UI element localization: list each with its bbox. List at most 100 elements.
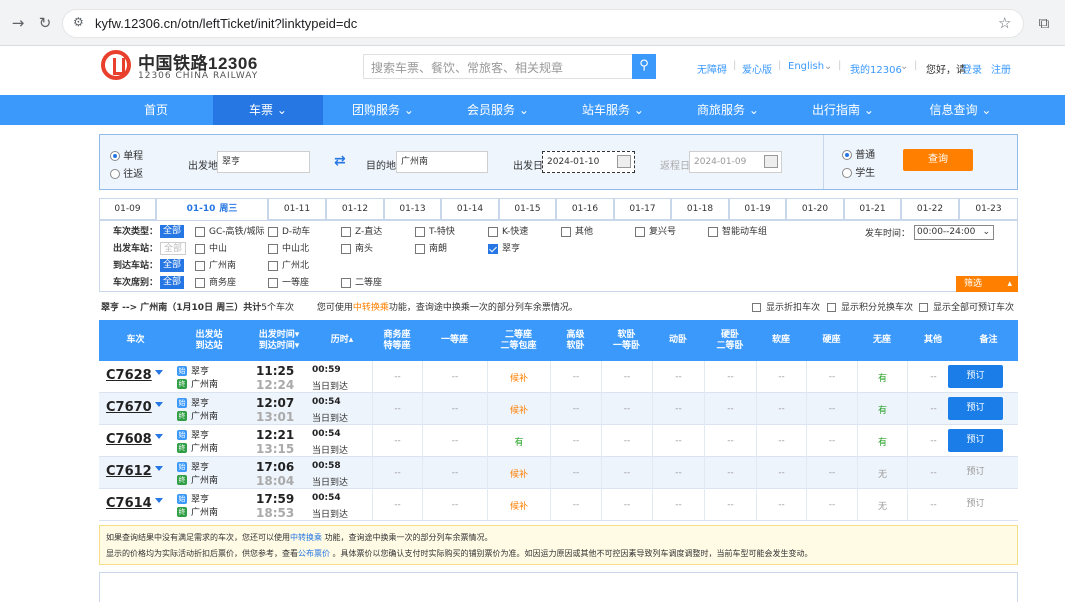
date-tab[interactable]: 01-14: [441, 198, 499, 220]
triangle-down-icon[interactable]: [155, 402, 163, 407]
login-link[interactable]: 登录: [962, 61, 982, 76]
depart-time-select[interactable]: 00:00--24:00 ⌄: [914, 225, 994, 240]
transfer-link[interactable]: 中转换乘: [353, 303, 389, 313]
checkbox-seat[interactable]: [341, 278, 351, 288]
train-number[interactable]: C7608: [106, 432, 152, 447]
checkbox-other[interactable]: [561, 227, 571, 237]
checkbox-station[interactable]: [268, 261, 278, 271]
nav-group[interactable]: 团购服务 ⌄: [328, 95, 438, 125]
triangle-down-icon[interactable]: [155, 466, 163, 471]
checkbox-station[interactable]: [195, 261, 205, 271]
date-tab[interactable]: 01-15: [499, 198, 556, 220]
fare-link[interactable]: 公布票价: [298, 549, 330, 558]
book-button[interactable]: 预订: [948, 429, 1003, 452]
checkbox-station[interactable]: [195, 244, 205, 254]
search-button[interactable]: ⚲: [632, 54, 656, 79]
seat-availability[interactable]: 有: [487, 425, 550, 457]
railway-logo-icon[interactable]: [101, 50, 131, 80]
search-input[interactable]: 搜索车票、餐饮、常旅客、相关规章: [363, 54, 633, 79]
checkbox-station[interactable]: [268, 244, 278, 254]
transfer-link[interactable]: 中转换乘: [290, 533, 322, 542]
checkbox-seat[interactable]: [195, 278, 205, 288]
checkbox-seat[interactable]: [268, 278, 278, 288]
checkbox-station-checked[interactable]: [488, 244, 498, 254]
date-tab[interactable]: 01-18: [671, 198, 729, 220]
date-tab[interactable]: 01-11: [268, 198, 326, 220]
seat-availability[interactable]: 候补: [487, 393, 550, 425]
nav-business[interactable]: 商旅服务 ⌄: [673, 95, 783, 125]
checkbox-gc[interactable]: [195, 227, 205, 237]
filter-all-tag[interactable]: 全部: [160, 259, 185, 272]
triangle-down-icon[interactable]: [155, 434, 163, 439]
screen-button[interactable]: 筛选 ▴: [956, 276, 1018, 292]
site-info-icon[interactable]: ⚙: [73, 15, 84, 29]
filter-all-tag[interactable]: 全部: [160, 276, 185, 289]
column-header[interactable]: 历时▴: [312, 320, 372, 361]
passenger-student[interactable]: 学生: [842, 164, 875, 179]
nav-member[interactable]: 会员服务 ⌄: [443, 95, 553, 125]
checkbox-smart[interactable]: [708, 227, 718, 237]
trip-roundtrip[interactable]: 往返: [110, 165, 143, 180]
link-english[interactable]: English: [788, 61, 824, 72]
seat-availability[interactable]: 候补: [487, 489, 550, 521]
train-number[interactable]: C7612: [106, 464, 152, 479]
nav-home[interactable]: 首页: [99, 95, 213, 125]
seat-availability[interactable]: 候补: [487, 361, 550, 393]
date-tab[interactable]: 01-19: [729, 198, 786, 220]
option-discount[interactable]: 显示折扣车次: [752, 300, 820, 313]
register-link[interactable]: 注册: [991, 61, 1011, 76]
nav-tickets[interactable]: 车票 ⌄: [213, 95, 323, 125]
date-tab[interactable]: 01-12: [326, 198, 384, 220]
checkbox-t[interactable]: [415, 227, 425, 237]
date-tab[interactable]: 01-23: [959, 198, 1018, 220]
column-header[interactable]: 出发时间▾ 到达时间▾: [246, 320, 312, 361]
date-tab[interactable]: 01-13: [384, 198, 441, 220]
passenger-normal[interactable]: 普通: [842, 146, 875, 161]
date-tab[interactable]: 01-09: [99, 198, 156, 220]
option-points[interactable]: 显示积分兑换车次: [827, 300, 913, 313]
option-all-bookable[interactable]: 显示全部可预订车次: [919, 300, 1014, 313]
link-my12306[interactable]: 我的12306: [850, 61, 902, 76]
train-number[interactable]: C7628: [106, 368, 152, 383]
filter-all-tag[interactable]: 全部: [160, 225, 185, 238]
date-tab[interactable]: 01-20: [786, 198, 844, 220]
url-text[interactable]: kyfw.12306.cn/otn/leftTicket/init?linkty…: [95, 16, 357, 31]
swap-icon[interactable]: ⇄: [334, 153, 346, 169]
from-input[interactable]: 翠亨: [217, 151, 310, 173]
filter-all-tag[interactable]: 全部: [160, 242, 187, 255]
triangle-down-icon[interactable]: [155, 498, 163, 503]
book-button[interactable]: 预订: [948, 397, 1003, 420]
triangle-down-icon[interactable]: [155, 370, 163, 375]
checkbox-k[interactable]: [488, 227, 498, 237]
checkbox-station[interactable]: [341, 244, 351, 254]
link-care-version[interactable]: 爱心版: [742, 61, 772, 76]
seat-availability[interactable]: 有: [857, 425, 907, 457]
query-button[interactable]: 查询: [903, 149, 973, 171]
seat-availability[interactable]: 候补: [487, 457, 550, 489]
date-tab[interactable]: 01-16: [556, 198, 614, 220]
date-tab[interactable]: 01-17: [614, 198, 671, 220]
nav-info[interactable]: 信息查询 ⌄: [903, 95, 1018, 125]
date-tab-active[interactable]: 01-10 周三: [156, 198, 268, 221]
trip-oneway[interactable]: 单程: [110, 147, 143, 162]
reload-icon[interactable]: ↻: [35, 13, 55, 33]
train-number[interactable]: C7614: [106, 496, 152, 511]
checkbox-d[interactable]: [268, 227, 278, 237]
link-accessibility[interactable]: 无障碍: [697, 61, 727, 76]
nav-guide[interactable]: 出行指南 ⌄: [788, 95, 898, 125]
train-number[interactable]: C7670: [106, 400, 152, 415]
seat-availability[interactable]: 有: [857, 393, 907, 425]
bookmark-star-icon[interactable]: ☆: [998, 14, 1011, 32]
checkbox-z[interactable]: [341, 227, 351, 237]
address-bar[interactable]: ⚙ kyfw.12306.cn/otn/leftTicket/init?link…: [62, 9, 1024, 38]
checkbox-fuxing[interactable]: [635, 227, 645, 237]
calendar-icon[interactable]: [617, 155, 631, 168]
extensions-icon[interactable]: ⧉: [1034, 13, 1054, 33]
book-button[interactable]: 预订: [948, 365, 1003, 388]
seat-availability[interactable]: 有: [857, 361, 907, 393]
date-tab[interactable]: 01-22: [901, 198, 959, 220]
to-input[interactable]: 广州南: [396, 151, 488, 173]
calendar-icon[interactable]: [764, 155, 778, 168]
forward-icon[interactable]: →: [8, 13, 28, 33]
nav-station[interactable]: 站车服务 ⌄: [558, 95, 668, 125]
